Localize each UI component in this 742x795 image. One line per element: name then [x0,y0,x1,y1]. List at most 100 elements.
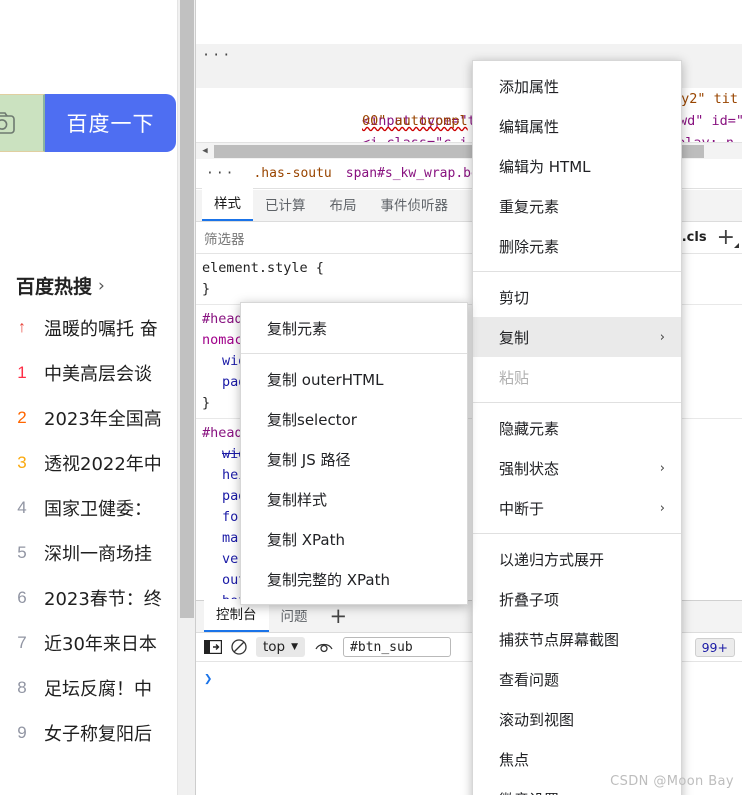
menu-item[interactable]: 复制selector [241,399,467,439]
styles-filter-tools: .cls + [682,226,742,249]
trending-up-icon: ↑ [18,318,26,336]
tab-layout[interactable]: 布局 [318,190,369,221]
menu-item-label: 复制元素 [267,319,328,338]
hot-search-item[interactable]: 4 国家卫健委： [14,485,177,530]
menu-separator [473,402,681,403]
menu-item-label: 滚动到视图 [499,710,575,729]
menu-item-label: 编辑属性 [499,117,560,136]
issues-count-badge[interactable]: 99+ [694,637,735,657]
menu-item[interactable]: 重复元素 [473,186,681,226]
new-style-rule-icon[interactable]: + [717,226,740,249]
hot-search-item-label: 透视2022年中 [44,453,162,475]
dom-line-5-tail: ay2" tit [673,91,739,107]
breadcrumb-overflow-icon[interactable]: ··· [202,166,239,181]
menu-item: 粘贴 [473,357,681,397]
element-context-menu[interactable]: 添加属性编辑属性编辑为 HTML 重复元素删除元素剪切复制 › 粘贴隐藏元素强制状态 ›… [472,60,682,795]
menu-item[interactable]: 删除元素 [473,226,681,266]
menu-item-label: 编辑为 HTML [499,157,591,176]
menu-item[interactable]: 折叠子项 [473,579,681,619]
hot-search-item[interactable]: ↑ 温暖的嘱托 奋 [14,305,177,350]
hot-search-item[interactable]: 9 女子称复阳后 [14,710,177,755]
copy-submenu[interactable]: 复制元素复制 outerHTML 复制selector 复制 JS 路径复制样式复制… [240,302,468,605]
dom-line[interactable]: <span class="soutu-btn"></span> [196,22,742,85]
menu-item[interactable]: 隐藏元素 [473,408,681,448]
menu-item[interactable]: 编辑为 HTML [473,146,681,186]
add-panel-icon[interactable]: + [320,606,358,632]
hot-search-list: ↑ 温暖的嘱托 奋 1 中美高层会谈 2 2023年全国高 3 透视2022年中 4 国家卫健委：… [14,305,177,755]
hot-search-item-label: 温暖的嘱托 奋 [44,318,158,340]
hot-search-item[interactable]: 5 深圳一商场挂 [14,530,177,575]
menu-item[interactable]: 复制 XPath [241,519,467,559]
tab-event-listeners[interactable]: 事件侦听器 [369,190,461,221]
hot-search-item-label: 深圳一商场挂 [44,543,152,565]
breadcrumb-item-has-soutu[interactable]: .has-soutu [253,166,331,181]
menu-item[interactable]: 复制完整的 XPath [241,559,467,599]
menu-item[interactable]: 复制样式 [241,479,467,519]
menu-item[interactable]: 滚动到视图 [473,699,681,739]
menu-item-label: 删除元素 [499,237,560,256]
menu-item[interactable]: 强制状态 › [473,448,681,488]
tab-styles[interactable]: 样式 [202,188,253,221]
tab-issues[interactable]: 问题 [269,601,320,632]
hot-search-item-label: 2023春节：终 [44,588,162,610]
hot-search-item[interactable]: 1 中美高层会谈 [14,350,177,395]
hot-search-title[interactable]: 百度热搜 › [16,272,105,299]
hot-search-rank: 2 [17,407,27,427]
menu-item-label: 焦点 [499,750,530,769]
tab-computed[interactable]: 已计算 [253,190,318,221]
styles-filter-input[interactable]: 筛选器 [204,228,245,248]
show-console-sidebar-icon[interactable] [204,640,222,654]
menu-item[interactable]: 焦点 [473,739,681,779]
dom-line-3-gutter: ··· [202,47,233,63]
menu-item-label: 复制 [499,328,530,347]
menu-item[interactable]: 中断于 › [473,488,681,528]
menu-item[interactable]: 复制 JS 路径 [241,439,467,479]
page-scrollbar-thumb[interactable] [180,0,194,618]
menu-item-label: 粘贴 [499,368,530,387]
camera-icon [0,112,15,134]
hot-search-item[interactable]: 7 近30年来日本 [14,620,177,665]
menu-item-label: 捕获节点屏幕截图 [499,630,620,649]
menu-item-label: 复制完整的 XPath [267,570,390,589]
menu-item[interactable]: 复制元素 [241,308,467,348]
hot-search-item-label: 足坛反腐！中 [44,678,152,700]
menu-item-label: 隐藏元素 [499,419,560,438]
chevron-right-icon: › [659,500,665,516]
clear-console-icon[interactable] [231,639,247,655]
chevron-right-icon: › [659,329,665,345]
console-filter-input[interactable]: #btn_sub [343,637,452,657]
hot-search-rank: 3 [17,452,27,472]
hot-search-item[interactable]: 6 2023春节：终 [14,575,177,620]
hot-search-item-label: 中美高层会谈 [44,363,152,385]
menu-item[interactable]: 编辑属性 [473,106,681,146]
menu-item[interactable]: 添加属性 [473,66,681,106]
hot-search-rank: 4 [17,497,27,517]
hot-search-item[interactable]: 2 2023年全国高 [14,395,177,440]
soutu-button[interactable] [0,94,45,152]
menu-item-label: 剪切 [499,288,530,307]
menu-item[interactable]: 捕获节点屏幕截图 [473,619,681,659]
hot-search-item[interactable]: 8 足坛反腐！中 [14,665,177,710]
console-filter-value: #btn_sub [350,639,413,655]
page-vertical-scrollbar[interactable] [177,0,195,795]
menu-item[interactable]: 复制 outerHTML [241,359,467,399]
hot-search-item[interactable]: 3 透视2022年中 [14,440,177,485]
live-expression-icon[interactable] [314,640,334,654]
hot-search-rank: 5 [17,542,27,562]
scroll-left-arrow-icon[interactable]: ◀ [198,144,212,158]
menu-item[interactable]: 查看问题 [473,659,681,699]
menu-item[interactable]: 复制 › [473,317,681,357]
dom-line[interactable]: p > [196,0,742,63]
chevron-right-icon: › [98,275,105,296]
menu-item[interactable]: 剪切 [473,277,681,317]
menu-item-label: 复制样式 [267,490,328,509]
menu-separator [473,271,681,272]
toggle-class-button[interactable]: .cls [682,230,707,245]
css-selector[interactable]: element.style { [202,260,324,276]
menu-item[interactable]: 以递归方式展开 [473,539,681,579]
menu-item-label: 折叠子项 [499,590,560,609]
screenshot-root: 百度一下 百度热搜 › ↑ 温暖的嘱托 奋 1 中美高层会谈 2 2023年全国高 3 透视2… [0,0,742,795]
execution-context-select[interactable]: top ▼ [256,637,306,657]
watermark: CSDN @Moon Bay [610,774,734,789]
baidu-search-button[interactable]: 百度一下 [45,94,176,152]
